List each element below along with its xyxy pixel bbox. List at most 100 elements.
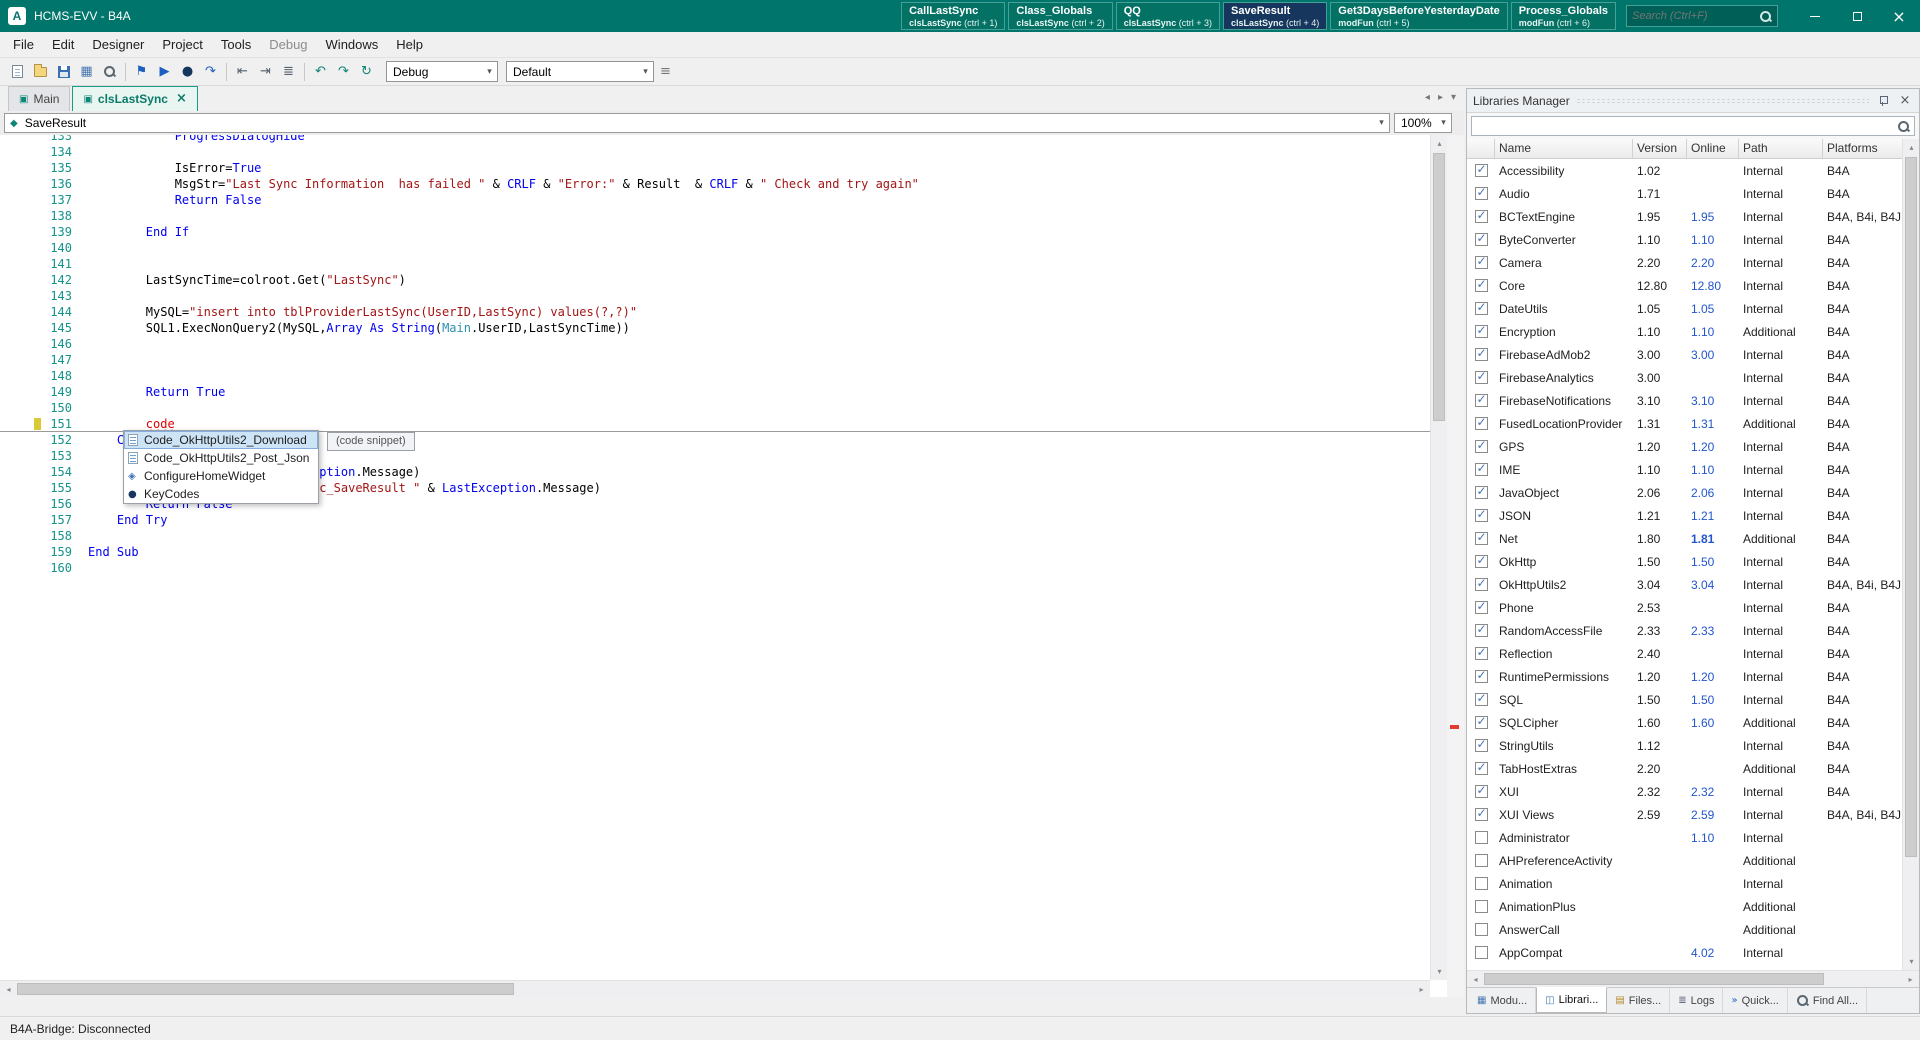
panel-scroll-down-icon[interactable]: ▾ bbox=[1903, 953, 1920, 970]
library-checkbox[interactable] bbox=[1475, 578, 1488, 591]
library-row[interactable]: SQLCipher1.601.60AdditionalB4A bbox=[1467, 711, 1902, 734]
code-text[interactable]: MySQL="insert into tblProviderLastSync(U… bbox=[72, 304, 1430, 320]
close-tab-icon[interactable]: × bbox=[176, 94, 187, 104]
library-checkbox[interactable] bbox=[1475, 900, 1488, 913]
library-row[interactable]: FirebaseAdMob23.003.00InternalB4A bbox=[1467, 343, 1902, 366]
tab-main[interactable]: ▣Main bbox=[8, 86, 70, 111]
panel-vscroll-thumb[interactable] bbox=[1905, 157, 1917, 857]
build-configuration-combo[interactable]: Debug▾ bbox=[386, 61, 498, 82]
code-text[interactable] bbox=[72, 144, 1430, 160]
library-row[interactable]: OkHttp1.501.50InternalB4A bbox=[1467, 550, 1902, 573]
code-text[interactable]: End Sub bbox=[72, 544, 1430, 560]
error-mark[interactable] bbox=[1450, 725, 1459, 729]
panel-hscrollbar[interactable]: ◂ ▸ bbox=[1467, 970, 1919, 987]
library-checkbox[interactable] bbox=[1475, 946, 1488, 959]
default-filter-combo[interactable]: Default▾ bbox=[506, 61, 654, 82]
library-online-version[interactable]: 1.50 bbox=[1687, 693, 1739, 707]
autocomplete-item[interactable]: Code_OkHttpUtils2_Post_Json bbox=[124, 449, 318, 467]
search-input[interactable] bbox=[1632, 10, 1759, 22]
library-row[interactable]: FirebaseNotifications3.103.10InternalB4A bbox=[1467, 389, 1902, 412]
library-online-version[interactable]: 3.00 bbox=[1687, 348, 1739, 362]
library-checkbox[interactable] bbox=[1475, 532, 1488, 545]
titlebar-bookmark[interactable]: CallLastSyncclsLastSync (ctrl + 1) bbox=[901, 2, 1005, 30]
titlebar-bookmark[interactable]: Process_GlobalsmodFun (ctrl + 6) bbox=[1511, 2, 1616, 30]
library-row[interactable]: FusedLocationProvider1.311.31AdditionalB… bbox=[1467, 412, 1902, 435]
library-checkbox[interactable] bbox=[1475, 647, 1488, 660]
step-over-icon[interactable]: ↷ bbox=[199, 60, 222, 83]
library-checkbox[interactable] bbox=[1475, 716, 1488, 729]
panel-tab-logs[interactable]: ≣Logs bbox=[1670, 988, 1723, 1013]
library-row[interactable]: GPS1.201.20InternalB4A bbox=[1467, 435, 1902, 458]
column-header-platforms[interactable]: Platforms bbox=[1823, 139, 1902, 158]
titlebar-bookmark[interactable]: SaveResultclsLastSync (ctrl + 4) bbox=[1223, 2, 1327, 30]
library-row[interactable]: RuntimePermissions1.201.20InternalB4A bbox=[1467, 665, 1902, 688]
maximize-button[interactable] bbox=[1836, 0, 1878, 32]
filter-input[interactable] bbox=[1476, 119, 1897, 133]
library-checkbox[interactable] bbox=[1475, 187, 1488, 200]
library-row[interactable]: OkHttpUtils23.043.04InternalB4A, B4i, B4… bbox=[1467, 573, 1902, 596]
library-row[interactable]: RandomAccessFile2.332.33InternalB4A bbox=[1467, 619, 1902, 642]
member-chevron-down-icon[interactable]: ▾ bbox=[1374, 118, 1389, 128]
comment-icon[interactable]: ≣ bbox=[277, 60, 300, 83]
library-checkbox[interactable] bbox=[1475, 440, 1488, 453]
code-editor[interactable]: 133 ProgressDialogHide134135 IsError=Tru… bbox=[0, 135, 1464, 997]
library-row[interactable]: IME1.101.10InternalB4A bbox=[1467, 458, 1902, 481]
library-checkbox[interactable] bbox=[1475, 624, 1488, 637]
code-text[interactable] bbox=[72, 560, 1430, 576]
search-icon[interactable] bbox=[1759, 10, 1772, 23]
library-checkbox[interactable] bbox=[1475, 808, 1488, 821]
library-row[interactable]: Core12.8012.80InternalB4A bbox=[1467, 274, 1902, 297]
menu-designer[interactable]: Designer bbox=[83, 32, 153, 57]
library-online-version[interactable]: 1.31 bbox=[1687, 417, 1739, 431]
indent-icon[interactable]: ⇥ bbox=[254, 60, 277, 83]
undo-icon[interactable]: ↶ bbox=[309, 60, 332, 83]
chevron-down-icon[interactable]: ▾ bbox=[638, 67, 653, 77]
editor-hscroll-thumb[interactable] bbox=[17, 983, 514, 995]
titlebar-bookmark[interactable]: Class_GlobalsclsLastSync (ctrl + 2) bbox=[1008, 2, 1112, 30]
library-row[interactable]: AHPreferenceActivityAdditional bbox=[1467, 849, 1902, 872]
library-online-version[interactable]: 1.95 bbox=[1687, 210, 1739, 224]
outdent-icon[interactable]: ⇤ bbox=[231, 60, 254, 83]
panel-scroll-up-icon[interactable]: ▴ bbox=[1903, 139, 1920, 156]
scroll-right-icon[interactable]: ▸ bbox=[1413, 981, 1430, 997]
panel-hscroll-thumb[interactable] bbox=[1484, 973, 1824, 985]
library-row[interactable]: AppCompat4.02Internal bbox=[1467, 941, 1902, 964]
library-online-version[interactable]: 1.60 bbox=[1687, 716, 1739, 730]
library-row[interactable]: Reflection2.40InternalB4A bbox=[1467, 642, 1902, 665]
library-checkbox[interactable] bbox=[1475, 210, 1488, 223]
library-row[interactable]: ByteConverter1.101.10InternalB4A bbox=[1467, 228, 1902, 251]
library-checkbox[interactable] bbox=[1475, 394, 1488, 407]
library-checkbox[interactable] bbox=[1475, 854, 1488, 867]
library-row[interactable]: Phone2.53InternalB4A bbox=[1467, 596, 1902, 619]
tab-list-chevron-icon[interactable]: ▾ bbox=[1451, 92, 1456, 103]
panel-tab-modules[interactable]: ▦Modu... bbox=[1469, 988, 1536, 1013]
autocomplete-item[interactable]: ◈ConfigureHomeWidget bbox=[124, 467, 318, 485]
library-online-version[interactable]: 2.59 bbox=[1687, 808, 1739, 822]
editor-vscroll-thumb[interactable] bbox=[1433, 153, 1445, 421]
library-checkbox[interactable] bbox=[1475, 256, 1488, 269]
library-row[interactable]: JSON1.211.21InternalB4A bbox=[1467, 504, 1902, 527]
library-checkbox[interactable] bbox=[1475, 785, 1488, 798]
panel-tab-quick[interactable]: »Quick... bbox=[1723, 988, 1787, 1013]
code-text[interactable]: MsgStr="Last Sync Information has failed… bbox=[72, 176, 1430, 192]
panel-tab-find[interactable]: Find All... bbox=[1788, 988, 1867, 1013]
editor-vscrollbar[interactable]: ▴ ▾ bbox=[1430, 135, 1447, 980]
library-online-version[interactable]: 1.20 bbox=[1687, 670, 1739, 684]
code-lines[interactable]: 133 ProgressDialogHide134135 IsError=Tru… bbox=[0, 135, 1430, 576]
library-checkbox[interactable] bbox=[1475, 601, 1488, 614]
code-text[interactable]: Return False bbox=[72, 192, 1430, 208]
panel-vscrollbar[interactable]: ▴ ▾ bbox=[1902, 139, 1919, 970]
library-online-version[interactable]: 2.06 bbox=[1687, 486, 1739, 500]
tab-scroll-right-icon[interactable]: ▸ bbox=[1438, 92, 1443, 103]
library-online-version[interactable]: 1.10 bbox=[1687, 325, 1739, 339]
new-file-icon[interactable] bbox=[6, 60, 29, 83]
library-online-version[interactable]: 1.50 bbox=[1687, 555, 1739, 569]
menu-windows[interactable]: Windows bbox=[317, 32, 388, 57]
library-online-version[interactable]: 1.10 bbox=[1687, 831, 1739, 845]
library-row[interactable]: XUI2.322.32InternalB4A bbox=[1467, 780, 1902, 803]
library-checkbox[interactable] bbox=[1475, 325, 1488, 338]
library-row[interactable]: Net1.801.81AdditionalB4A bbox=[1467, 527, 1902, 550]
redo-icon[interactable]: ↷ bbox=[332, 60, 355, 83]
code-text[interactable]: SQL1.ExecNonQuery2(MySQL,Array As String… bbox=[72, 320, 1430, 336]
editor-hscrollbar[interactable]: ◂ ▸ bbox=[0, 980, 1430, 997]
